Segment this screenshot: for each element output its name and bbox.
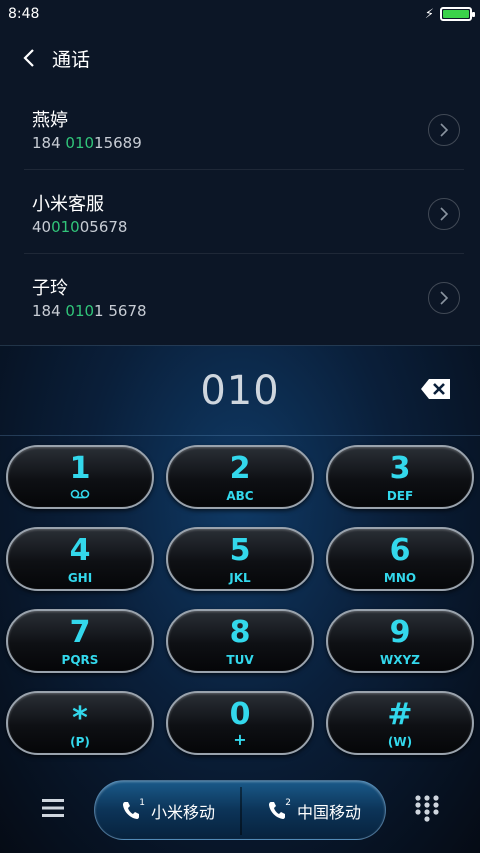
contact-row[interactable]: 小米客服 4001005678 [24, 170, 464, 254]
contact-name: 小米客服 [32, 194, 104, 215]
key-star[interactable]: * (P) [6, 691, 154, 755]
call-bar: 1 小米移动 2 中国移动 [0, 778, 480, 846]
key-5[interactable]: 5 JKL [166, 527, 314, 591]
chevron-right-icon[interactable] [428, 282, 460, 314]
number-display: 010 [0, 346, 480, 436]
page-title: 通话 [52, 48, 91, 71]
key-8[interactable]: 8 TUV [166, 609, 314, 673]
call-buttons: 1 小米移动 2 中国移动 [94, 780, 386, 840]
contact-name: 子玲 [32, 278, 68, 299]
chevron-right-icon[interactable] [428, 198, 460, 230]
status-time: 8:48 [8, 6, 40, 22]
dialer-panel: 010 1 2 ABC 3 DEF 4 GHI 5 JKL 6 MNO 7 PQ… [0, 345, 480, 853]
status-bar: 8:48 ⚡ [0, 0, 480, 28]
contact-name: 燕婷 [32, 110, 68, 131]
charging-icon: ⚡ [424, 6, 434, 22]
contact-number: 184 01015689 [32, 134, 142, 152]
header: 通话 [0, 38, 480, 78]
battery-icon [440, 7, 475, 21]
contact-number: 184 0101 5678 [32, 302, 147, 320]
key-7[interactable]: 7 PQRS [6, 609, 154, 673]
key-4[interactable]: 4 GHI [6, 527, 154, 591]
phone-icon: 2 [267, 798, 291, 822]
entered-number: 010 [200, 367, 280, 414]
key-6[interactable]: 6 MNO [326, 527, 474, 591]
contact-list: 燕婷 184 01015689 小米客服 4001005678 子玲 184 0… [24, 86, 464, 338]
call-sim1-label: 小米移动 [150, 803, 215, 822]
menu-icon[interactable] [40, 796, 66, 820]
voicemail-icon [8, 489, 152, 499]
chevron-right-icon[interactable] [428, 114, 460, 146]
contact-row[interactable]: 燕婷 184 01015689 [24, 86, 464, 170]
key-hash[interactable]: # (W) [326, 691, 474, 755]
call-sim2-label: 中国移动 [296, 803, 361, 822]
contact-row[interactable]: 子玲 184 0101 5678 [24, 254, 464, 338]
call-sim1-button[interactable]: 1 小米移动 [95, 781, 241, 841]
phone-icon: 1 [121, 798, 145, 822]
status-icons: ⚡ [424, 6, 475, 22]
dialpad-icon[interactable] [414, 794, 440, 822]
back-icon[interactable] [18, 47, 40, 69]
key-9[interactable]: 9 WXYZ [326, 609, 474, 673]
call-sim2-button[interactable]: 2 中国移动 [241, 781, 387, 841]
key-0[interactable]: 0 + [166, 691, 314, 755]
key-1[interactable]: 1 [6, 445, 154, 509]
backspace-icon[interactable] [420, 378, 452, 400]
key-2[interactable]: 2 ABC [166, 445, 314, 509]
key-3[interactable]: 3 DEF [326, 445, 474, 509]
contact-number: 4001005678 [32, 218, 128, 236]
